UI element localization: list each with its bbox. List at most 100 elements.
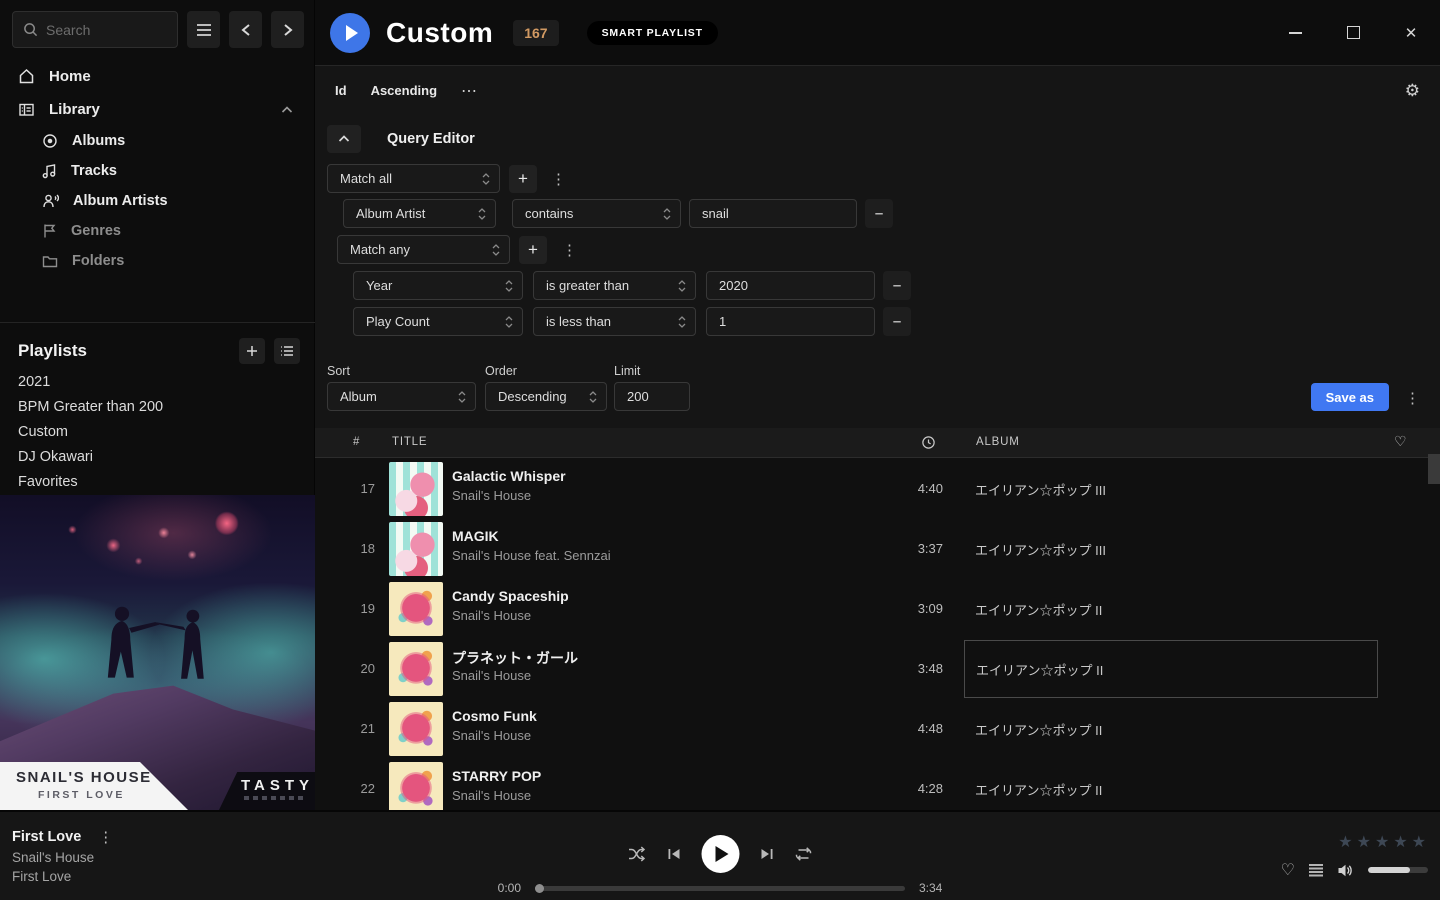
remove-rule-button[interactable]: [865, 199, 893, 228]
remove-rule-button[interactable]: [883, 307, 911, 336]
column-album[interactable]: ALBUM: [976, 436, 1020, 448]
playlist-item[interactable]: Custom: [18, 420, 298, 445]
rule-value-input[interactable]: [706, 307, 875, 336]
repeat-button[interactable]: [795, 846, 813, 862]
track-row[interactable]: 17 Galactic Whisper Snail's House 4:40 エ…: [315, 459, 1440, 519]
sidebar-library-item[interactable]: Tracks: [0, 156, 315, 186]
sidebar-item-home[interactable]: Home: [0, 60, 315, 93]
track-album-cell[interactable]: エイリアン☆ポップ II: [964, 760, 1378, 810]
favorite-column-heart-icon[interactable]: [1394, 433, 1407, 450]
rule-field-select[interactable]: Album Artist: [343, 199, 496, 228]
gear-icon[interactable]: [1405, 81, 1420, 101]
column-index[interactable]: #: [353, 436, 360, 448]
library-item-icon: [42, 163, 57, 179]
shuffle-button[interactable]: [628, 846, 647, 862]
more-options-icon[interactable]: [461, 81, 479, 101]
rule-field-select[interactable]: Play Count: [353, 307, 523, 336]
star-icon[interactable]: ★: [1357, 832, 1371, 852]
add-rule-button[interactable]: [509, 165, 537, 193]
now-playing-album-art[interactable]: SNAIL'S HOUSE FIRST LOVE TASTY: [0, 495, 315, 810]
track-artist: Snail's House: [452, 608, 531, 623]
track-album-cell[interactable]: エイリアン☆ポップ II: [964, 640, 1378, 698]
minimize-button[interactable]: [1280, 18, 1310, 48]
sidebar-library-item[interactable]: Folders: [0, 246, 315, 276]
sub-group-options-icon[interactable]: [558, 241, 581, 259]
sort-label: Sort: [327, 364, 476, 378]
close-button[interactable]: [1396, 18, 1426, 48]
sort-field-button[interactable]: Id: [335, 83, 347, 98]
duration-clock-icon[interactable]: [921, 435, 936, 450]
track-album-cell[interactable]: エイリアン☆ポップ II: [964, 580, 1378, 638]
group-options-icon[interactable]: [547, 170, 570, 188]
favorite-heart-icon[interactable]: [1281, 860, 1295, 880]
sidebar-item-library[interactable]: Library: [0, 93, 315, 126]
track-row[interactable]: 21 Cosmo Funk Snail's House 4:48 エイリアン☆ポ…: [315, 699, 1440, 759]
playlist-item[interactable]: DJ Okawari: [18, 445, 298, 470]
track-row[interactable]: 18 MAGIK Snail's House feat. Sennzai 3:3…: [315, 519, 1440, 579]
sidebar-library-item[interactable]: Genres: [0, 216, 315, 246]
playlist-item[interactable]: Favorites: [18, 470, 298, 495]
volume-slider[interactable]: [1368, 867, 1428, 873]
rule-field-select[interactable]: Year: [353, 271, 523, 300]
play-playlist-button[interactable]: [330, 13, 370, 53]
track-duration: 4:40: [855, 481, 943, 496]
track-album-cell[interactable]: エイリアン☆ポップ II: [964, 700, 1378, 758]
track-row[interactable]: 19 Candy Spaceship Snail's House 3:09 エイ…: [315, 579, 1440, 639]
rule-operator-select[interactable]: contains: [512, 199, 681, 228]
sort-order-button[interactable]: Ascending: [371, 83, 437, 98]
column-title[interactable]: TITLE: [392, 436, 427, 448]
limit-label: Limit: [614, 364, 690, 378]
rule-value-input[interactable]: [689, 199, 857, 228]
save-as-button[interactable]: Save as: [1311, 383, 1389, 411]
star-icon[interactable]: ★: [1338, 832, 1352, 852]
collapse-query-editor-button[interactable]: [327, 125, 361, 153]
order-select[interactable]: Descending: [485, 382, 607, 411]
now-playing-title[interactable]: First Love: [12, 829, 81, 845]
seek-thumb[interactable]: [535, 884, 544, 893]
play-button[interactable]: [702, 835, 740, 873]
sidebar: Home Library: [0, 0, 315, 810]
limit-input[interactable]: [614, 382, 690, 411]
queue-icon[interactable]: [1308, 863, 1324, 878]
now-playing-options-icon[interactable]: [94, 828, 117, 846]
star-icon[interactable]: ★: [1412, 832, 1426, 852]
match-type-select[interactable]: Match all: [327, 164, 500, 193]
volume-icon[interactable]: [1337, 863, 1355, 878]
playlist-list-button[interactable]: [274, 338, 300, 364]
track-album-cell[interactable]: エイリアン☆ポップ III: [964, 520, 1378, 578]
playlist-item[interactable]: BPM Greater than 200: [18, 395, 298, 420]
seek-bar[interactable]: [535, 886, 905, 891]
scrollbar-thumb[interactable]: [1428, 454, 1440, 484]
track-row[interactable]: 20 プラネット・ガール Snail's House 3:48 エイリアン☆ポッ…: [315, 639, 1440, 699]
album-art-figures: [85, 602, 230, 697]
add-sub-rule-button[interactable]: [519, 236, 547, 264]
rule-operator-select[interactable]: is less than: [533, 307, 696, 336]
sub-match-type-select[interactable]: Match any: [337, 235, 510, 264]
now-playing-artist[interactable]: Snail's House: [12, 850, 117, 865]
select-value: Album: [340, 389, 377, 404]
add-playlist-button[interactable]: [239, 338, 265, 364]
star-icon[interactable]: ★: [1375, 832, 1389, 852]
nav-forward-button[interactable]: [271, 11, 304, 48]
sidebar-item-label: Genres: [71, 223, 121, 239]
playlist-item[interactable]: 2021: [18, 370, 298, 395]
sidebar-library-item[interactable]: Albums: [0, 126, 315, 156]
save-options-icon[interactable]: [1401, 389, 1424, 407]
track-title: MAGIK: [452, 528, 499, 544]
rule-value-input[interactable]: [706, 271, 875, 300]
now-playing-album[interactable]: First Love: [12, 869, 117, 884]
maximize-button[interactable]: [1338, 18, 1368, 48]
nav-back-button[interactable]: [229, 11, 262, 48]
track-album-cell[interactable]: エイリアン☆ポップ III: [964, 460, 1378, 518]
menu-button[interactable]: [187, 11, 220, 48]
previous-track-button[interactable]: [667, 847, 682, 861]
next-track-button[interactable]: [760, 847, 775, 861]
remove-rule-button[interactable]: [883, 271, 911, 300]
sort-select[interactable]: Album: [327, 382, 476, 411]
rule-operator-select[interactable]: is greater than: [533, 271, 696, 300]
track-row[interactable]: 22 STARRY POP Snail's House 4:28 エイリアン☆ポ…: [315, 759, 1440, 810]
sidebar-library-item[interactable]: Album Artists: [0, 186, 315, 216]
star-icon[interactable]: ★: [1393, 832, 1407, 852]
chevron-up-icon[interactable]: [281, 106, 293, 114]
search-input[interactable]: [46, 22, 156, 38]
